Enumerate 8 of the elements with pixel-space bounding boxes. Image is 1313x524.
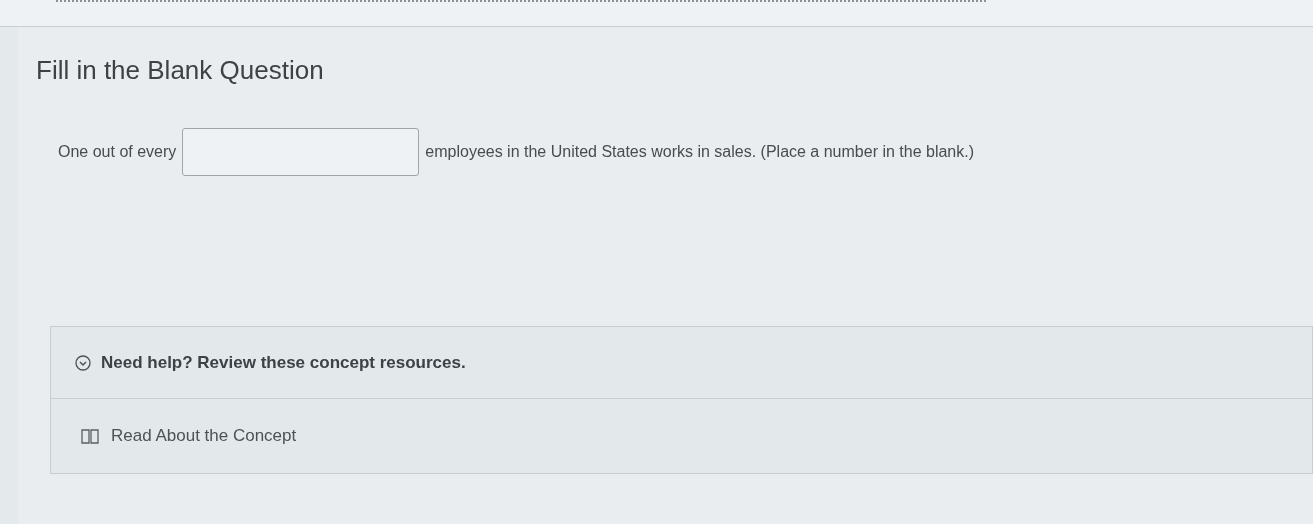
concept-link[interactable]: Read About the Concept [51,399,1312,473]
help-toggle[interactable]: Need help? Review these concept resources. [51,327,1312,399]
question-text: employees in the United States works in sales. (Place a number in the blank.) [425,142,974,162]
book-icon [81,428,99,444]
question-text: One out of every [58,142,177,162]
answer-box[interactable] [182,128,420,176]
chevron-down-icon [75,354,91,371]
question-title: Fill in the Blank Question [36,54,325,87]
